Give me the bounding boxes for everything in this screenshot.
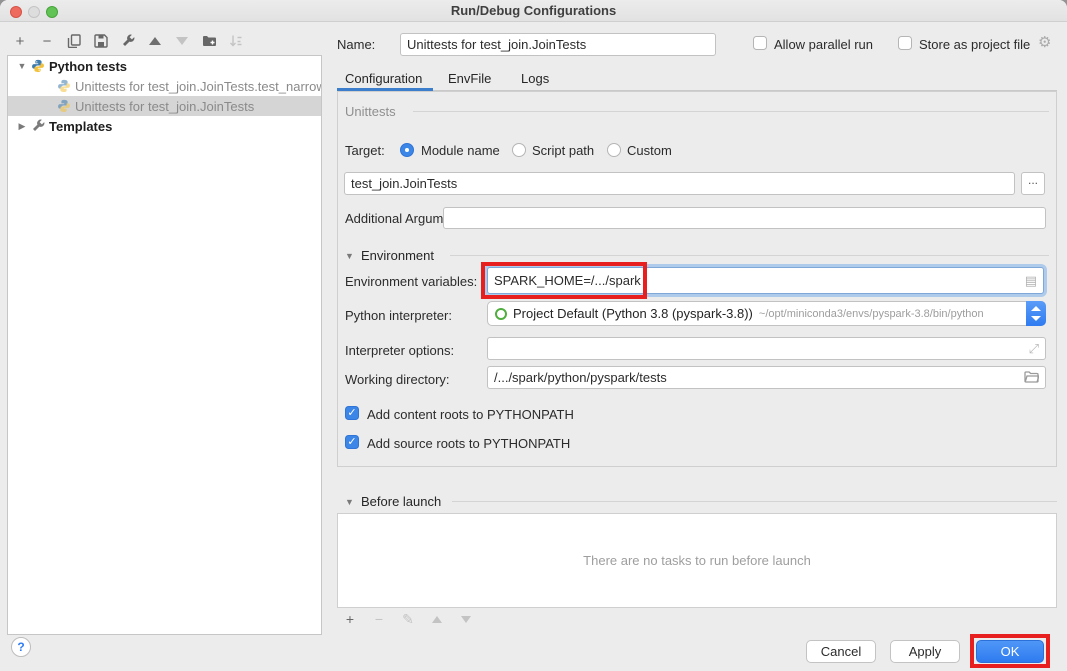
tree-item-python-tests[interactable]: ▼ Python tests [8, 56, 321, 76]
target-module-name-radio[interactable] [400, 143, 414, 157]
help-button[interactable]: ? [11, 637, 31, 657]
browse-folder-icon[interactable] [1024, 370, 1039, 386]
tree-item-label: Unittests for test_join.JoinTests [75, 99, 254, 114]
add-configuration-button[interactable]: + [12, 33, 28, 49]
gear-icon[interactable]: ⚙ [1038, 33, 1051, 51]
chevron-right-icon[interactable]: ▶ [16, 121, 28, 132]
tab-envfile[interactable]: EnvFile [448, 71, 491, 86]
before-launch-toolbar: + − ✎ [342, 610, 474, 628]
sort-configurations-icon [228, 33, 244, 49]
move-task-up-icon [429, 611, 445, 627]
group-rule [450, 255, 1049, 256]
remove-configuration-button[interactable]: − [39, 33, 55, 49]
move-task-down-icon [458, 611, 474, 627]
active-tab-indicator [337, 88, 433, 91]
python-test-icon [56, 79, 71, 94]
before-launch-empty-text: There are no tasks to run before launch [583, 553, 811, 568]
environment-collapse-icon[interactable]: ▼ [345, 251, 354, 261]
target-label: Target: [345, 143, 385, 158]
add-source-roots-checkbox[interactable]: ✓ [345, 435, 359, 449]
name-label: Name: [337, 37, 375, 52]
templates-wrench-icon [30, 119, 45, 134]
store-as-project-file-label: Store as project file [919, 37, 1030, 52]
python-interpreter-select[interactable]: Project Default (Python 3.8 (pyspark-3.8… [487, 301, 1046, 326]
conda-environment-icon [495, 308, 507, 320]
target-script-path-label: Script path [532, 143, 594, 158]
edit-variables-icon[interactable]: ▤ [1025, 273, 1037, 289]
tree-item-templates[interactable]: ▶ Templates [8, 116, 321, 136]
copy-configuration-icon[interactable] [66, 33, 82, 49]
add-content-roots-checkbox[interactable]: ✓ [345, 406, 359, 420]
target-custom-radio[interactable] [607, 143, 621, 157]
run-debug-configurations-dialog: Run/Debug Configurations + − ▼ Python [0, 0, 1067, 671]
chevron-down-icon[interactable]: ▼ [16, 61, 28, 71]
allow-parallel-run-label: Allow parallel run [774, 37, 873, 52]
configurations-tree: ▼ Python tests Unittests for test_join.J… [7, 55, 322, 635]
move-up-icon[interactable] [147, 33, 163, 49]
python-interpreter-value: Project Default (Python 3.8 (pyspark-3.8… [513, 306, 753, 321]
store-as-project-file-checkbox[interactable] [898, 36, 912, 50]
group-rule [413, 111, 1049, 112]
tab-configuration[interactable]: Configuration [345, 71, 422, 86]
title-bar: Run/Debug Configurations [0, 0, 1067, 22]
unittests-group-label: Unittests [345, 104, 396, 119]
python-interpreter-label: Python interpreter: [345, 308, 452, 323]
allow-parallel-run-checkbox[interactable] [753, 36, 767, 50]
python-icon [30, 59, 45, 74]
chevron-down-icon [1031, 316, 1041, 321]
interpreter-options-label: Interpreter options: [345, 343, 454, 358]
move-down-icon [174, 33, 190, 49]
before-launch-label: Before launch [361, 494, 441, 509]
edit-templates-wrench-icon[interactable] [120, 33, 136, 49]
before-launch-collapse-icon[interactable]: ▼ [345, 497, 354, 507]
module-name-input[interactable]: test_join.JoinTests [344, 172, 1015, 195]
chevron-up-icon [1031, 306, 1041, 311]
add-content-roots-label: Add content roots to PYTHONPATH [367, 407, 574, 422]
working-directory-input[interactable]: /.../spark/python/pyspark/tests [487, 366, 1046, 389]
python-test-icon [56, 99, 71, 114]
cancel-button[interactable]: Cancel [806, 640, 876, 663]
name-input[interactable]: Unittests for test_join.JoinTests [400, 33, 716, 56]
browse-module-button[interactable]: ... [1021, 172, 1045, 195]
ok-button[interactable]: OK [976, 640, 1044, 663]
python-interpreter-path: ~/opt/miniconda3/envs/pyspark-3.8/bin/py… [759, 308, 984, 320]
expand-field-icon[interactable]: ⤢ [1029, 341, 1039, 357]
tab-logs[interactable]: Logs [521, 71, 549, 86]
tree-item-label: Unittests for test_join.JoinTests.test_n… [75, 79, 321, 94]
tree-item-unittests-test-narrow[interactable]: Unittests for test_join.JoinTests.test_n… [8, 76, 321, 96]
target-custom-label: Custom [627, 143, 672, 158]
add-task-button[interactable]: + [342, 611, 358, 627]
window-title: Run/Debug Configurations [0, 3, 1067, 18]
working-directory-label: Working directory: [345, 372, 450, 387]
environment-variables-input[interactable]: SPARK_HOME=/.../spark ▤ [487, 267, 1044, 294]
module-name-value: test_join.JoinTests [351, 176, 457, 191]
group-rule [452, 501, 1057, 502]
interpreter-dropdown-stepper[interactable] [1026, 301, 1046, 326]
environment-group-label: Environment [361, 248, 434, 263]
edit-task-icon: ✎ [400, 611, 416, 627]
remove-task-button: − [371, 611, 387, 627]
apply-button[interactable]: Apply [890, 640, 960, 663]
environment-variables-label: Environment variables: [345, 274, 477, 289]
name-value: Unittests for test_join.JoinTests [407, 37, 586, 52]
additional-arguments-input[interactable] [443, 207, 1046, 229]
target-module-name-label: Module name [421, 143, 500, 158]
working-directory-value: /.../spark/python/pyspark/tests [494, 370, 1024, 385]
configurations-toolbar: + − [12, 31, 244, 51]
environment-variables-value: SPARK_HOME=/.../spark [494, 273, 1025, 288]
target-script-path-radio[interactable] [512, 143, 526, 157]
save-configuration-icon[interactable] [93, 33, 109, 49]
interpreter-options-input[interactable]: ⤢ [487, 337, 1046, 360]
before-launch-task-list: There are no tasks to run before launch [337, 513, 1057, 608]
new-folder-icon[interactable] [201, 33, 217, 49]
tree-item-label: Templates [49, 119, 112, 134]
tree-item-label: Python tests [49, 59, 127, 74]
add-source-roots-label: Add source roots to PYTHONPATH [367, 436, 570, 451]
tree-item-unittests-jointests-selected[interactable]: Unittests for test_join.JoinTests [8, 96, 321, 116]
